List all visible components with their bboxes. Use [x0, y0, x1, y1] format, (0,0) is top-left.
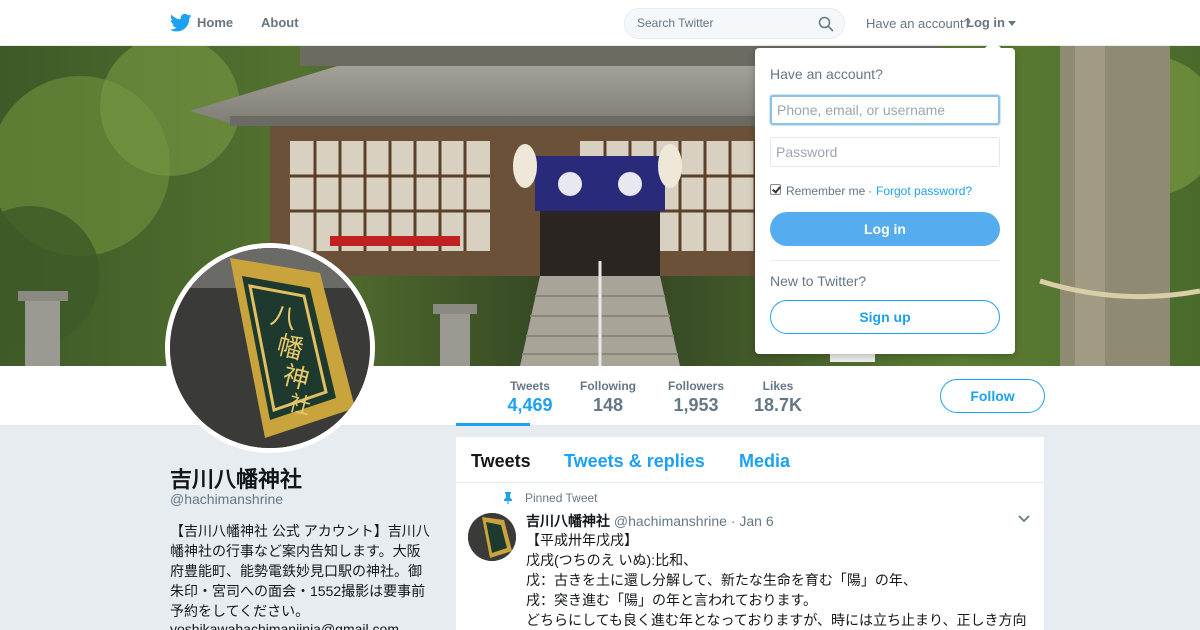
- timeline-tabs: Tweets Tweets & replies Media: [456, 437, 1044, 483]
- tweet-author-handle[interactable]: @hachimanshrine: [614, 513, 727, 529]
- password-field[interactable]: [770, 137, 1000, 167]
- profile-handle[interactable]: @hachimanshrine: [170, 491, 283, 507]
- search-box[interactable]: [624, 8, 845, 39]
- login-dropdown-toggle[interactable]: Log in: [966, 15, 1005, 30]
- search-icon[interactable]: [818, 16, 834, 32]
- stat-likes[interactable]: Likes 18.7K: [712, 366, 802, 426]
- bio-line: 【吉川八幡神社 公式 アカウント】吉川八: [170, 523, 430, 539]
- tab-media[interactable]: Media: [739, 451, 790, 472]
- tweet-line: 戌：突き進む「陽」の年と言われております。: [526, 592, 818, 608]
- profile-bio: 【吉川八幡神社 公式 アカウント】吉川八 幡神社の行事など案内告知します。大阪 …: [170, 521, 434, 621]
- bio-line: 予約をしてください。: [170, 603, 310, 619]
- tweet-line: 【平成卅年戊戌】: [526, 532, 638, 548]
- profile-name[interactable]: 吉川八幡神社: [170, 462, 302, 494]
- tweet-date[interactable]: Jan 6: [739, 513, 773, 529]
- chevron-down-icon[interactable]: [1018, 515, 1030, 523]
- remember-me-checkbox[interactable]: [770, 184, 781, 195]
- tab-tweets-and-replies[interactable]: Tweets & replies: [564, 451, 705, 472]
- pin-icon: [504, 492, 512, 504]
- bio-line: 朱印・宮司への面会・1552撮影は要事前: [170, 583, 426, 599]
- dropdown-divider: [770, 260, 1000, 261]
- stat-following[interactable]: Following 148: [540, 366, 636, 426]
- stat-label: Likes: [762, 379, 794, 393]
- bio-line: 府豊能町、能勢電鉄妙見口駅の神社。御: [170, 563, 422, 579]
- login-dropdown: Have an account? Remember me · Forgot pa…: [755, 40, 1015, 354]
- tweet-line: どちらにしても良く進む年となっておりますが、時には立ち止まり、正しき方向: [526, 612, 1027, 628]
- username-field[interactable]: [770, 95, 1000, 125]
- tweet-line: 戊戌(つちのえ いぬ):比和、: [526, 552, 698, 568]
- remember-me-label[interactable]: Remember me: [786, 184, 865, 198]
- tweet-separator: ·: [730, 513, 736, 529]
- shrine-plaque-thumbnail: [468, 513, 516, 561]
- caret-down-icon[interactable]: [1008, 21, 1016, 26]
- login-button[interactable]: Log in: [770, 212, 1000, 246]
- stat-value: 18.7K: [753, 395, 803, 415]
- tab-tweets[interactable]: Tweets: [471, 451, 531, 472]
- profile-avatar[interactable]: 八 幡 神 社: [165, 243, 375, 453]
- have-account-text: Have an account?: [866, 16, 971, 31]
- top-navigation-bar: Home About Have an account? Log in: [0, 0, 1200, 46]
- tweet-header: 吉川八幡神社 @hachimanshrine · Jan 6: [526, 511, 774, 531]
- nav-home-link[interactable]: Home: [197, 15, 233, 30]
- profile-email: yoshikawahachimanjinja@gmail.com: [170, 621, 399, 630]
- twitter-bird-icon[interactable]: [170, 13, 192, 33]
- tweet-author-name[interactable]: 吉川八幡神社: [526, 513, 610, 529]
- bio-line: 幡神社の行事など案内告知します。大阪: [170, 543, 421, 559]
- tweet-text: 【平成卅年戊戌】 戊戌(つちのえ いぬ):比和、 戊：古きを土に還し分解して、新…: [526, 530, 1036, 630]
- timeline: Tweets Tweets & replies Media Pinned Twe…: [456, 437, 1044, 630]
- signup-button[interactable]: Sign up: [770, 300, 1000, 334]
- search-input[interactable]: [637, 16, 807, 30]
- tweet-line: 戊：古きを土に還し分解して、新たな生命を育む「陽」の年、: [526, 572, 917, 588]
- remember-separator: ·: [868, 184, 872, 198]
- tweet-author-avatar[interactable]: [468, 513, 516, 561]
- shrine-plaque-image: 八 幡 神 社: [170, 248, 370, 448]
- stat-followers[interactable]: Followers 1,953: [628, 366, 724, 426]
- follow-button[interactable]: Follow: [940, 379, 1045, 413]
- nav-about-link[interactable]: About: [261, 15, 299, 30]
- pinned-tweet-label: Pinned Tweet: [525, 491, 598, 505]
- login-dropdown-title: Have an account?: [770, 66, 883, 82]
- stat-tweets[interactable]: Tweets 4,469: [456, 366, 553, 426]
- new-to-twitter-text: New to Twitter?: [770, 273, 867, 289]
- forgot-password-link[interactable]: Forgot password?: [876, 184, 972, 198]
